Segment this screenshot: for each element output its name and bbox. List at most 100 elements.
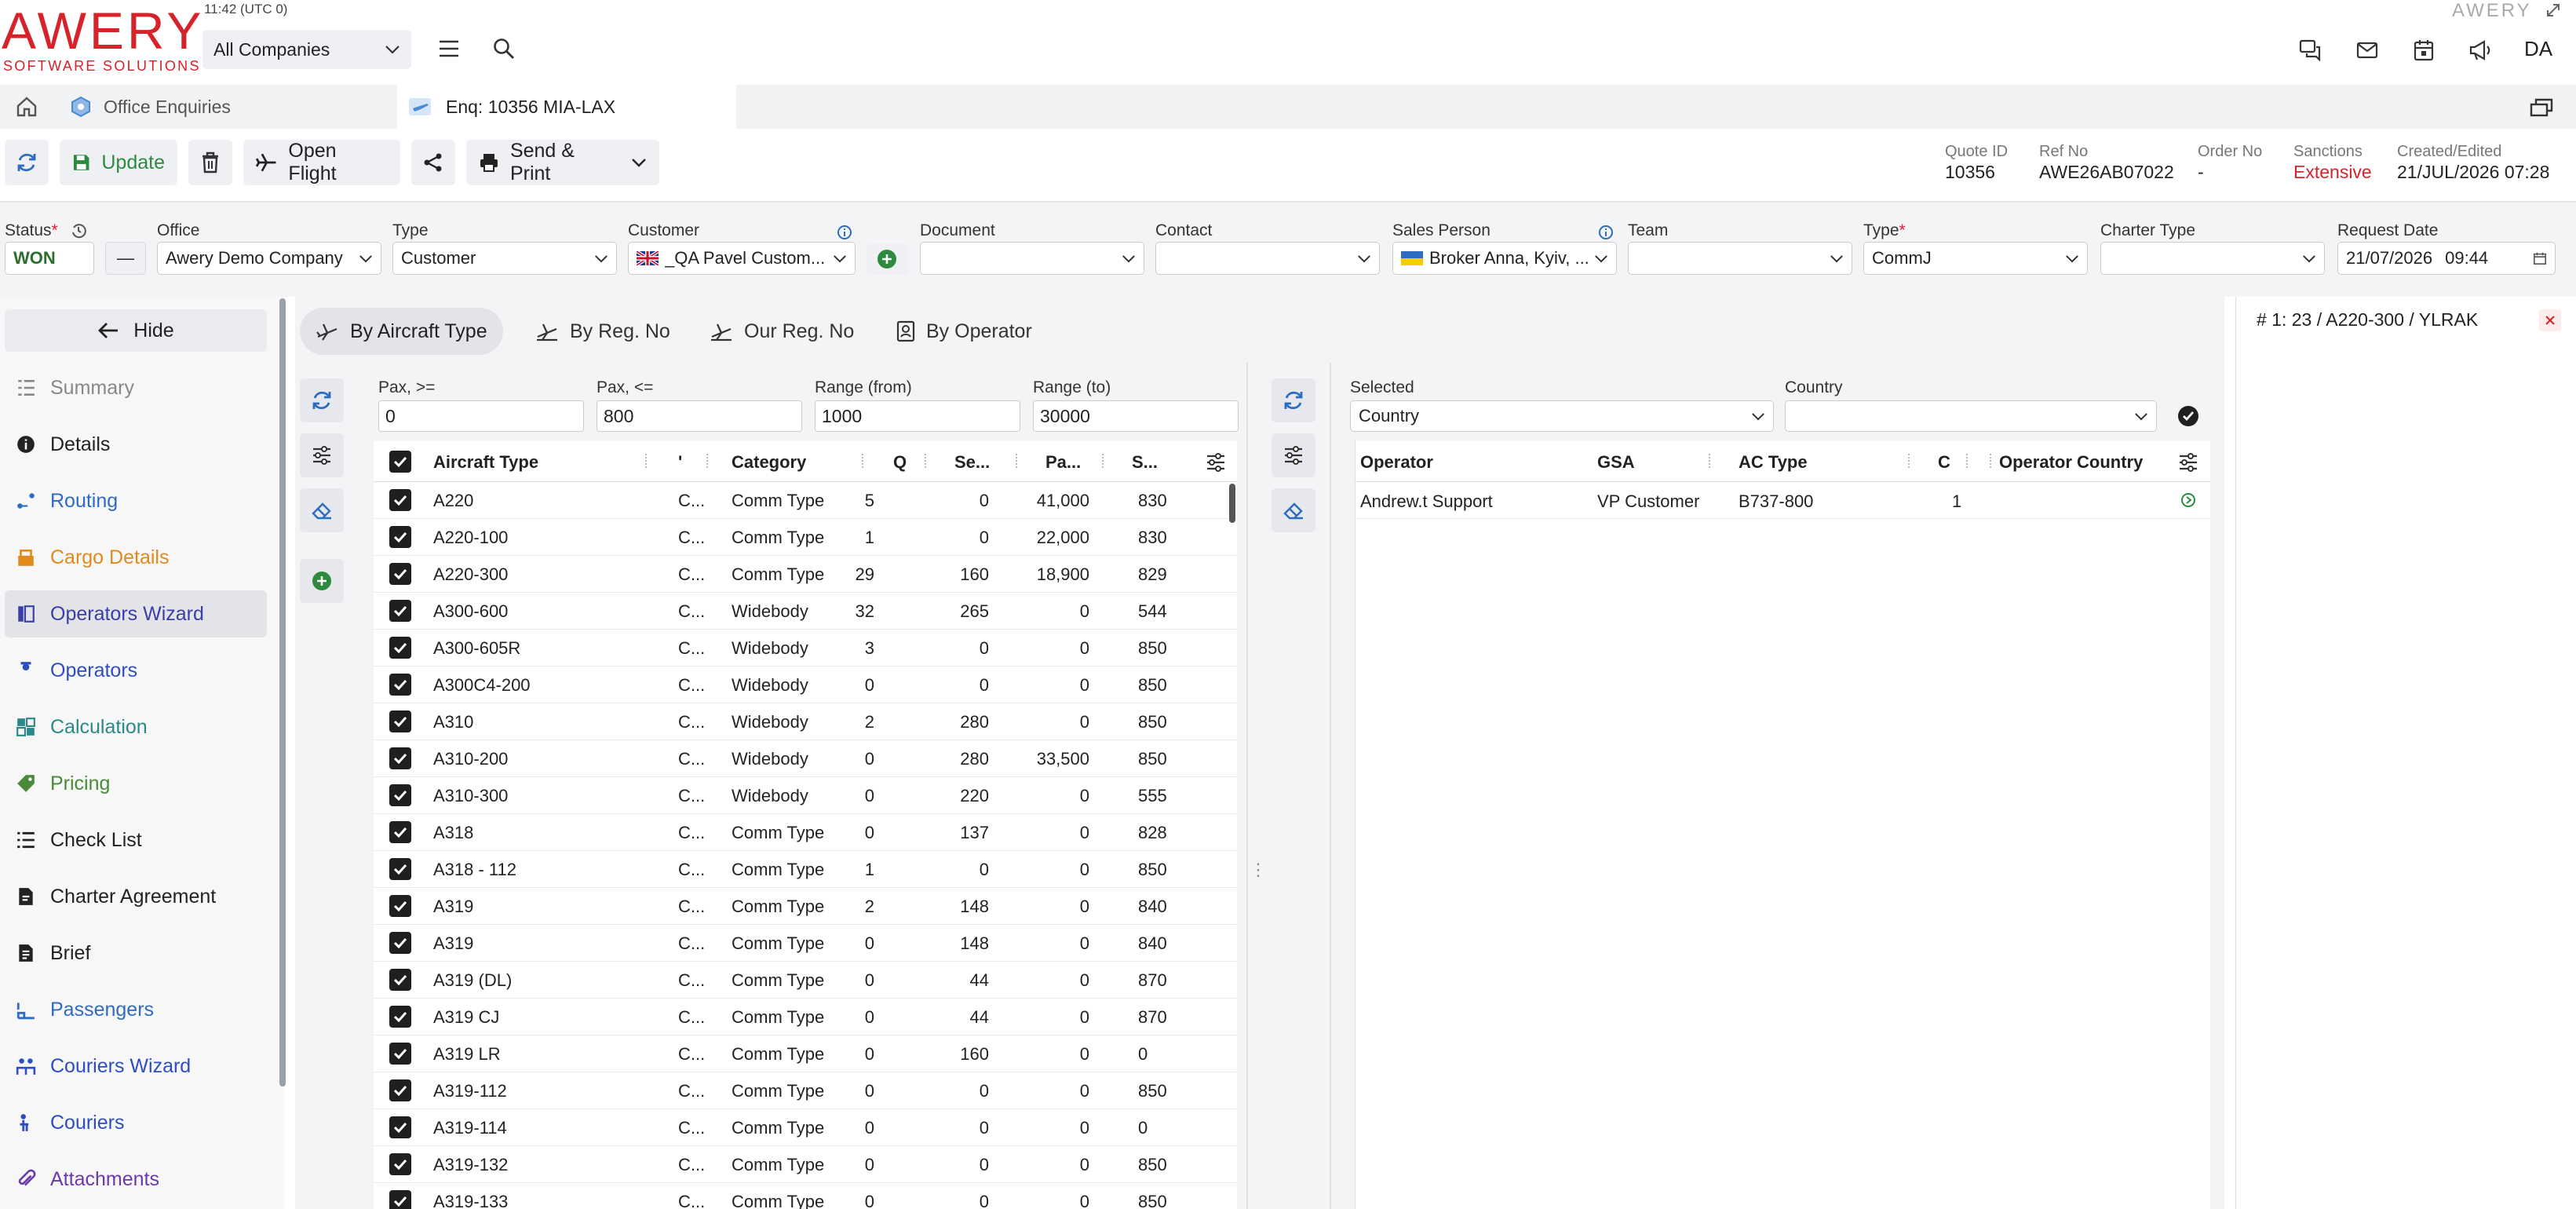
open-flight-button[interactable]: Open Flight [243,140,400,185]
sidebar-item-summary[interactable]: Summary [5,364,267,411]
col-operator-country[interactable]: Operator Country [1999,452,2143,473]
grid-scrollbar[interactable] [1229,484,1235,523]
country-select[interactable] [1785,400,2157,432]
clear-filter-button[interactable] [300,488,344,532]
refresh-operators-button[interactable] [1272,378,1315,422]
calendar-icon[interactable] [2408,35,2439,66]
row-checkbox[interactable] [389,1190,411,1209]
operator-clear-filter-button[interactable] [1272,488,1315,532]
search-icon[interactable] [490,35,518,63]
table-row[interactable]: A319-132 C... Comm Type 0 0 0 850 [374,1146,1237,1183]
mail-icon[interactable] [2352,35,2383,66]
table-row[interactable]: A318 - 112 C... Comm Type 1 0 0 850 [374,851,1237,888]
table-row[interactable]: A319 (DL) C... Comm Type 0 44 0 870 [374,962,1237,999]
refresh-aircraft-button[interactable] [300,378,344,422]
user-avatar[interactable]: DA [2515,31,2562,66]
send-print-button[interactable]: Send & Print [466,140,659,185]
row-checkbox[interactable] [389,710,411,732]
row-checkbox[interactable] [389,821,411,843]
update-button[interactable]: Update [60,140,177,185]
table-row[interactable]: A319 CJ C... Comm Type 0 44 0 870 [374,999,1237,1036]
info-icon[interactable] [1598,225,1614,240]
table-row[interactable]: A319-114 C... Comm Type 0 0 0 0 [374,1109,1237,1146]
sidebar-item-operators[interactable]: Operators [5,647,267,694]
row-checkbox[interactable] [389,747,411,769]
tab-office-enquiries[interactable]: Office Enquiries [60,85,392,129]
menu-icon[interactable] [435,35,463,63]
sidebar-item-operators-wizard[interactable]: Operators Wizard [5,590,267,637]
apply-filter-button[interactable] [2171,400,2206,432]
row-checkbox[interactable] [389,563,411,585]
table-row[interactable]: A319-112 C... Comm Type 0 0 0 850 [374,1072,1237,1109]
sidebar-item-charter-agreement[interactable]: Charter Agreement [5,873,267,920]
info-icon[interactable] [837,225,852,240]
row-checkbox[interactable] [389,969,411,991]
close-icon[interactable] [2539,309,2561,331]
col-gsa[interactable]: GSA [1597,452,1635,473]
type-select[interactable]: Customer [392,242,617,275]
sidebar-item-couriers[interactable]: Couriers [5,1099,267,1146]
pax-max-input[interactable]: 800 [597,400,802,432]
sidebar-item-cargo-details[interactable]: Cargo Details [5,534,267,581]
col-payload[interactable]: Pa... [1045,452,1081,473]
selected-select[interactable]: Country [1350,400,1774,432]
col-seats[interactable]: Se... [954,452,990,473]
column-settings-icon[interactable] [1204,451,1228,474]
sidebar-item-details[interactable]: Details [5,421,267,468]
customer-select[interactable]: _QA Pavel Custom... [628,242,856,275]
filter-settings-button[interactable] [300,433,344,477]
row-checkbox[interactable] [389,1153,411,1175]
sidebar-item-calculation[interactable]: Calculation [5,703,267,751]
mode-by-operator[interactable]: By Operator [881,308,1048,355]
table-row[interactable]: A300C4-200 C... Widebody 0 0 0 850 [374,667,1237,703]
col-q[interactable]: Q [893,452,907,473]
type2-select[interactable]: CommJ [1863,242,2088,275]
mode-by-reg-no[interactable]: By Reg. No [520,308,686,355]
table-row[interactable]: A310-200 C... Widebody 0 280 33,500 850 [374,740,1237,777]
delete-button[interactable] [188,140,232,185]
sidebar-item-passengers[interactable]: Passengers [5,986,267,1033]
team-select[interactable] [1628,242,1852,275]
request-date-field[interactable]: 21/07/2026 09:44 [2337,242,2556,275]
status-field[interactable]: WON [5,242,94,275]
hide-sidebar-button[interactable]: Hide [5,309,267,352]
col-operator[interactable]: Operator [1360,452,1433,473]
table-row[interactable]: A220-100 C... Comm Type 1 0 22,000 830 [374,519,1237,556]
row-checkbox[interactable] [389,489,411,511]
panel-splitter[interactable] [1246,363,1262,1209]
operator-filter-settings-button[interactable] [1272,433,1315,477]
table-row[interactable]: A300-605R C... Widebody 3 0 0 850 [374,630,1237,667]
share-button[interactable] [411,140,455,185]
col-category[interactable]: Category [732,452,806,473]
table-row[interactable]: A319-133 C... Comm Type 0 0 0 850 [374,1183,1237,1209]
column-settings-icon[interactable] [2176,451,2200,474]
col-c[interactable]: C [1938,452,1950,473]
table-row[interactable]: A319 C... Comm Type 2 148 0 840 [374,888,1237,925]
col-ac-type[interactable]: AC Type [1739,452,1808,473]
row-checkbox[interactable] [389,1006,411,1028]
sales-person-select[interactable]: Broker Anna, Kyiv, ... [1392,242,1617,275]
col-t[interactable]: ' [678,452,682,473]
sidebar-item-pricing[interactable]: Pricing [5,760,267,807]
row-checkbox[interactable] [389,1043,411,1065]
row-checkbox[interactable] [389,526,411,548]
charter-type-select[interactable] [2100,242,2325,275]
col-speed[interactable]: S... [1132,452,1158,473]
table-row[interactable]: A319 LR C... Comm Type 0 160 0 0 [374,1036,1237,1072]
row-checkbox[interactable] [389,858,411,880]
table-row[interactable]: A220-300 C... Comm Type 29 160 18,900 829 [374,556,1237,593]
row-checkbox[interactable] [389,895,411,917]
office-select[interactable]: Awery Demo Company [157,242,381,275]
range-to-input[interactable]: 30000 [1033,400,1239,432]
window-restore-icon[interactable] [2526,94,2557,121]
row-checkbox[interactable] [389,637,411,659]
contact-select[interactable] [1155,242,1380,275]
row-checkbox[interactable] [389,932,411,954]
row-checkbox[interactable] [389,674,411,696]
refresh-button[interactable] [5,140,49,185]
row-checkbox[interactable] [389,1116,411,1138]
table-row[interactable]: Andrew.t Support VP Customer B737-800 1 [1356,482,2210,519]
table-row[interactable]: A220 C... Comm Type 5 0 41,000 830 [374,482,1237,519]
table-row[interactable]: A310-300 C... Widebody 0 220 0 555 [374,777,1237,814]
table-row[interactable]: A300-600 C... Widebody 32 265 0 544 [374,593,1237,630]
